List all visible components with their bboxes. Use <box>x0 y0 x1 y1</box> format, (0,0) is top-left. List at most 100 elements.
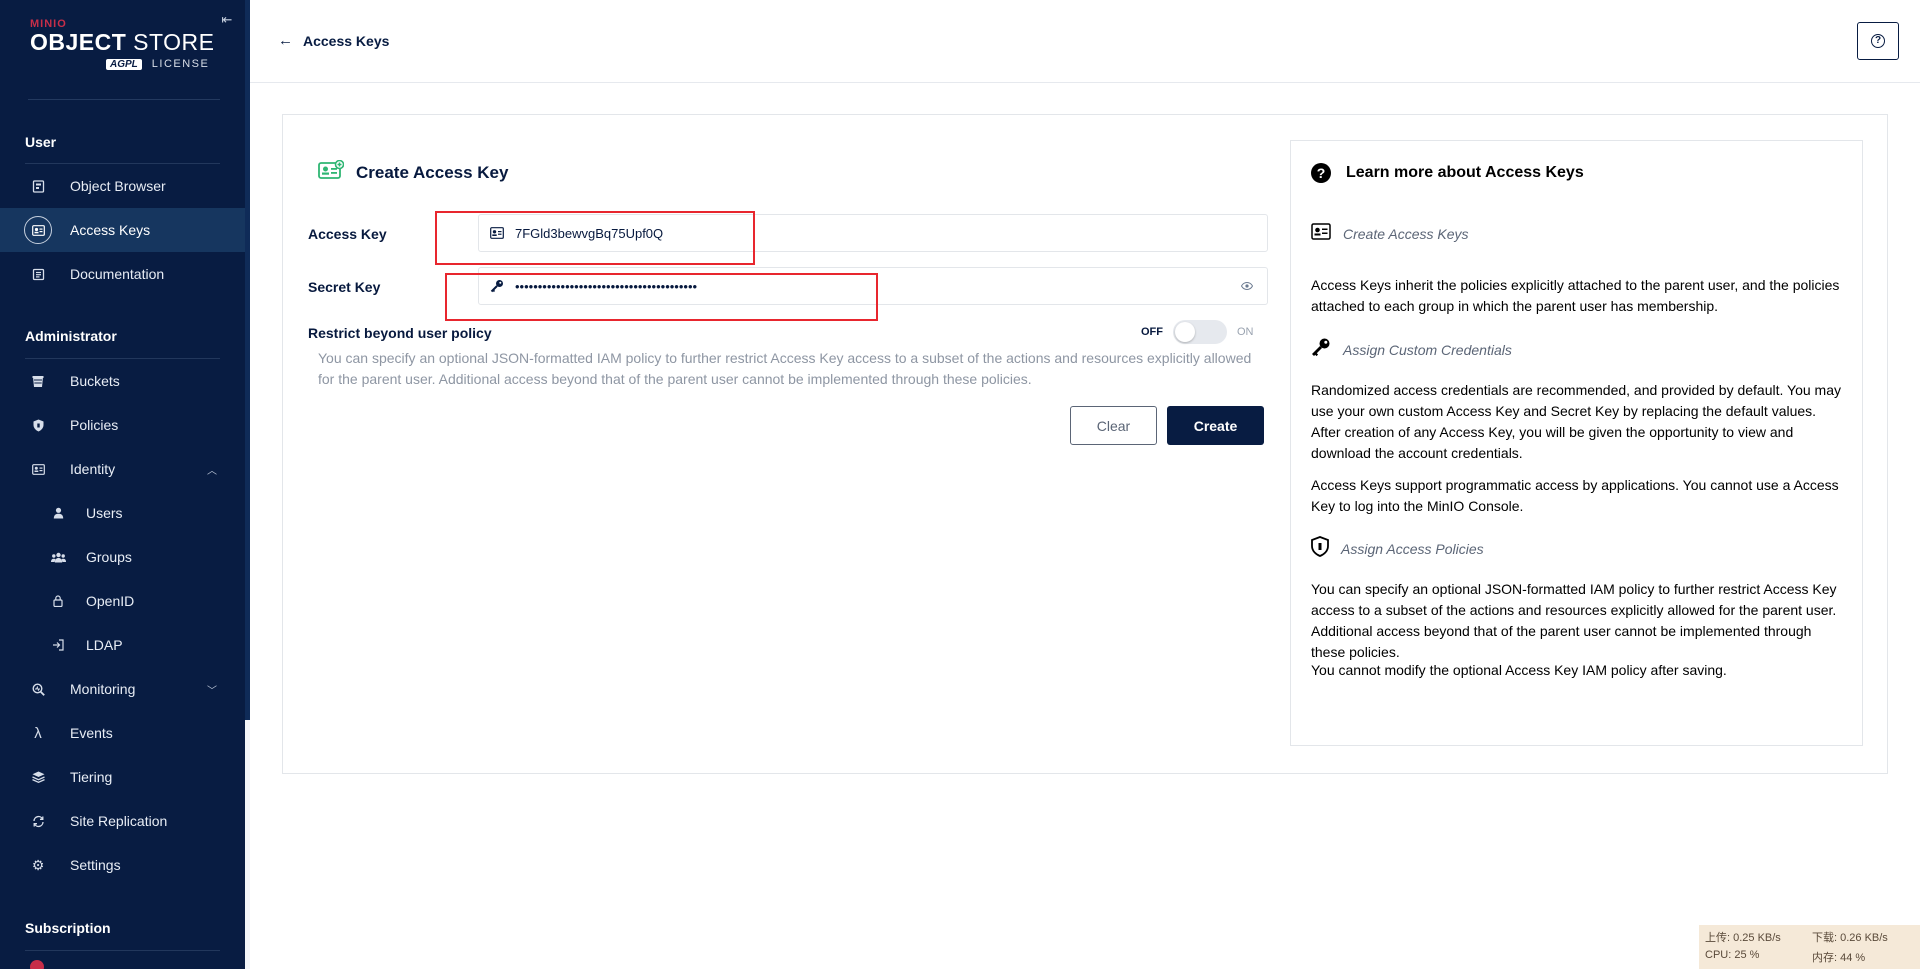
sidebar-item-label: Documentation <box>70 266 165 282</box>
identity-icon <box>24 455 52 483</box>
access-key-label: Access Key <box>308 226 387 242</box>
sidebar-item-label: Policies <box>70 417 119 433</box>
clear-button[interactable]: Clear <box>1070 406 1157 445</box>
key-icon <box>1311 337 1331 362</box>
id-card-icon <box>1311 223 1331 245</box>
network-monitor-widget: 上传: 0.25 KB/s 下载: 0.26 KB/s CPU: 25 % 内存… <box>1699 925 1920 969</box>
sidebar-item-label: OpenID <box>86 593 135 609</box>
agpl-badge: AGPL <box>106 58 142 70</box>
sidebar-item-settings[interactable]: ⚙ Settings <box>0 843 245 887</box>
upload-speed: 上传: 0.25 KB/s <box>1705 932 1781 944</box>
sidebar: MINIO OBJECT STORE AGPL LICENSE ⇤ User O… <box>0 0 245 969</box>
sidebar-item-documentation[interactable]: Documentation <box>0 252 245 296</box>
access-key-card-icon <box>318 159 345 185</box>
replication-icon <box>24 807 52 835</box>
help-paragraph: Access Keys support programmatic access … <box>1311 477 1839 514</box>
sidebar-item-access-keys[interactable]: Access Keys <box>0 208 245 252</box>
sidebar-item-ldap[interactable]: LDAP <box>0 623 245 667</box>
toggle-on-label: ON <box>1237 326 1254 338</box>
create-button[interactable]: Create <box>1167 406 1264 445</box>
sidebar-item-label: Events <box>70 725 113 741</box>
arrow-left-icon: ← <box>278 32 293 49</box>
help-button[interactable]: ? <box>1857 22 1899 60</box>
sidebar-item-label: Object Browser <box>70 178 166 194</box>
sidebar-item-label: LDAP <box>86 637 123 653</box>
sidebar-item-buckets[interactable]: Buckets <box>0 359 245 403</box>
access-keys-icon <box>24 216 52 244</box>
access-key-input[interactable] <box>515 225 1215 241</box>
policies-icon <box>24 411 52 439</box>
section-title-administrator: Administrator <box>25 328 117 344</box>
license-icon[interactable] <box>30 960 44 969</box>
logo-license: AGPL LICENSE <box>106 58 209 70</box>
sidebar-scrollbar-track <box>245 720 250 969</box>
sidebar-item-openid[interactable]: OpenID <box>0 579 245 623</box>
access-key-field[interactable] <box>478 214 1268 252</box>
lambda-icon: λ <box>34 724 42 742</box>
logo-product: OBJECT STORE <box>30 29 215 55</box>
sidebar-item-label: Buckets <box>70 373 120 389</box>
object-browser-icon <box>24 172 52 200</box>
login-icon <box>44 631 72 659</box>
gear-icon: ⚙ <box>31 856 45 873</box>
tiering-icon <box>24 763 52 791</box>
user-icon <box>44 499 72 527</box>
sidebar-item-label: Monitoring <box>70 681 136 697</box>
help-paragraph: Randomized access credentials are recomm… <box>1311 382 1841 461</box>
collapse-sidebar-icon[interactable]: ⇤ <box>219 12 235 28</box>
sidebar-item-identity[interactable]: Identity ︿ <box>0 447 245 491</box>
sidebar-item-users[interactable]: Users <box>0 491 245 535</box>
sidebar-item-policies[interactable]: Policies <box>0 403 245 447</box>
logo-divider <box>28 99 220 100</box>
minio-logo[interactable]: MINIO OBJECT STORE AGPL LICENSE <box>30 18 220 78</box>
license-text: LICENSE <box>151 58 210 70</box>
sidebar-item-events[interactable]: λ Events <box>0 711 245 755</box>
secret-key-label: Secret Key <box>308 279 381 295</box>
question-circle-icon: ? <box>1871 34 1885 48</box>
help-paragraph: Access Keys inherit the policies explici… <box>1311 277 1840 314</box>
restrict-policy-toggle[interactable]: OFF ON <box>1141 320 1254 344</box>
help-subtitle-create: Create Access Keys <box>1311 223 1469 245</box>
toggle-knob <box>1175 322 1195 342</box>
memory-usage: 内存: 44 % <box>1812 952 1866 964</box>
help-subtitle-policies: Assign Access Policies <box>1311 536 1484 562</box>
sidebar-item-label: Site Replication <box>70 813 168 829</box>
help-paragraph: You cannot modify the optional Access Ke… <box>1311 662 1727 678</box>
secret-key-field[interactable] <box>478 267 1268 305</box>
help-panel: ? Learn more about Access Keys Create Ac… <box>1290 140 1863 746</box>
create-access-key-card: Create Access Key Access Key Secret Key … <box>282 114 1888 774</box>
sidebar-item-site-replication[interactable]: Site Replication <box>0 799 245 843</box>
sidebar-item-groups[interactable]: Groups <box>0 535 245 579</box>
back-link[interactable]: ← Access Keys <box>278 32 389 49</box>
monitoring-icon <box>24 675 52 703</box>
buckets-icon <box>24 367 52 395</box>
cpu-usage: CPU: 25 % <box>1705 949 1760 961</box>
sidebar-item-object-browser[interactable]: Object Browser <box>0 164 245 208</box>
question-icon: ? <box>1311 163 1331 183</box>
sidebar-item-tiering[interactable]: Tiering <box>0 755 245 799</box>
section-title-user: User <box>25 134 57 150</box>
shield-icon <box>1311 536 1329 562</box>
restrict-policy-label: Restrict beyond user policy <box>308 325 492 341</box>
sidebar-scrollbar[interactable] <box>245 0 250 720</box>
help-panel-title: ? Learn more about Access Keys <box>1311 163 1584 183</box>
chevron-down-icon: ﹀ <box>207 685 217 697</box>
sidebar-item-label: Access Keys <box>70 222 151 238</box>
help-subtitle-text: Assign Access Policies <box>1341 541 1484 557</box>
back-link-label: Access Keys <box>303 32 390 49</box>
id-card-icon <box>489 225 505 241</box>
form-title: Create Access Key <box>318 159 508 185</box>
show-password-eye-icon[interactable] <box>1239 279 1255 295</box>
toggle-switch[interactable] <box>1173 320 1227 344</box>
secret-key-input[interactable] <box>515 278 1215 294</box>
help-subtitle-text: Create Access Keys <box>1343 226 1469 242</box>
sidebar-item-monitoring[interactable]: Monitoring ﹀ <box>0 667 245 711</box>
section-divider <box>25 950 220 951</box>
section-title-subscription: Subscription <box>25 920 111 936</box>
sidebar-item-label: Settings <box>70 857 121 873</box>
sidebar-item-label: Groups <box>86 549 132 565</box>
help-panel-title-text: Learn more about Access Keys <box>1346 164 1584 181</box>
sidebar-item-label: Tiering <box>70 769 113 785</box>
documentation-icon <box>24 260 52 288</box>
key-icon <box>489 278 505 294</box>
